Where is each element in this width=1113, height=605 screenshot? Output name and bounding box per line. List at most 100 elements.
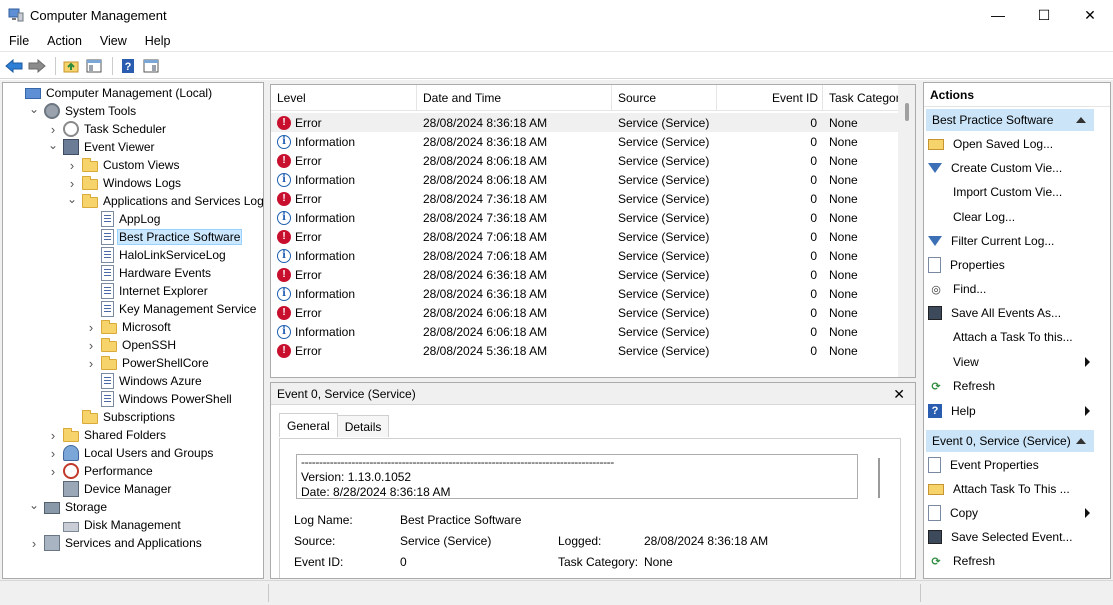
action-attach-task-to-this[interactable]: Attach Task To This ...: [928, 478, 1090, 500]
tree-item-shared-folders[interactable]: › Shared Folders: [47, 426, 168, 444]
expanded-chevron-icon[interactable]: ⌄: [47, 138, 59, 152]
collapsed-chevron-icon[interactable]: ›: [28, 536, 40, 551]
table-row[interactable]: ! Error 28/08/2024 8:36:18 AM Service (Serv…: [271, 113, 899, 132]
up-folder-icon[interactable]: [61, 56, 81, 76]
tree-item-powershellcore[interactable]: › PowerShellCore: [85, 354, 211, 372]
collapsed-chevron-icon[interactable]: ›: [66, 176, 78, 191]
action-properties[interactable]: Properties: [928, 254, 1090, 276]
collapse-caret-icon[interactable]: [1076, 117, 1086, 123]
tree-item-subscriptions[interactable]: Subscriptions: [66, 408, 177, 426]
column-header-level[interactable]: Level: [271, 85, 417, 111]
tab-details[interactable]: Details: [336, 415, 390, 437]
action-save-selected-event[interactable]: Save Selected Event...: [928, 526, 1090, 548]
tree-item-performance[interactable]: › Performance: [47, 462, 155, 480]
tree-item-task-scheduler[interactable]: › Task Scheduler: [47, 120, 168, 138]
action-refresh[interactable]: ⟳ Refresh: [928, 375, 1090, 397]
expanded-chevron-icon[interactable]: ⌄: [66, 192, 78, 206]
menu-file[interactable]: File: [0, 34, 38, 48]
actions-section-best-practice-software[interactable]: Best Practice Software: [926, 109, 1094, 131]
collapsed-chevron-icon[interactable]: ›: [66, 158, 78, 173]
table-row[interactable]: ! Error 28/08/2024 5:36:18 AM Service (Serv…: [271, 341, 899, 360]
collapsed-chevron-icon[interactable]: ›: [85, 338, 97, 353]
tree-item-custom-views[interactable]: › Custom Views: [66, 156, 181, 174]
expanded-chevron-icon[interactable]: ⌄: [28, 498, 40, 512]
event-list-scrollbar[interactable]: [898, 85, 915, 377]
column-header-event-id[interactable]: Event ID: [717, 85, 823, 111]
collapsed-chevron-icon[interactable]: ›: [47, 428, 59, 443]
tree-item-label: Local Users and Groups: [84, 446, 214, 460]
collapsed-chevron-icon[interactable]: ›: [47, 446, 59, 461]
expanded-chevron-icon[interactable]: ⌄: [28, 102, 40, 116]
tree-item-system-tools[interactable]: ⌄ System Tools: [28, 102, 138, 120]
tree-item-services-and-applications[interactable]: › Services and Applications: [28, 534, 204, 552]
maximize-button[interactable]: ☐: [1021, 0, 1067, 30]
tree-item-internet-explorer[interactable]: Internet Explorer: [85, 282, 210, 300]
tree-item-event-viewer[interactable]: ⌄ Event Viewer: [47, 138, 156, 156]
table-row[interactable]: i Information 28/08/2024 6:06:18 AM Service…: [271, 322, 899, 341]
tree-item-halolinkservicelog[interactable]: HaloLinkServiceLog: [85, 246, 228, 264]
table-row[interactable]: ! Error 28/08/2024 7:06:18 AM Service (Serv…: [271, 227, 899, 246]
menu-action[interactable]: Action: [38, 34, 91, 48]
tree-item-applications-and-services-logs[interactable]: ⌄ Applications and Services Logs: [66, 192, 263, 210]
tree-item-device-manager[interactable]: Device Manager: [47, 480, 173, 498]
tree-item-key-management-service[interactable]: Key Management Service: [85, 300, 258, 318]
collapsed-chevron-icon[interactable]: ›: [85, 356, 97, 371]
show-hide-tree-icon[interactable]: [84, 56, 104, 76]
action-help[interactable]: ? Help: [928, 400, 1090, 422]
action-view[interactable]: View: [928, 351, 1090, 373]
event-message-box[interactable]: ----------------------------------------…: [296, 454, 858, 499]
collapsed-chevron-icon[interactable]: ›: [47, 122, 59, 137]
minimize-button[interactable]: —: [975, 0, 1021, 30]
help-icon[interactable]: ?: [118, 56, 138, 76]
action-filter-current-log[interactable]: Filter Current Log...: [928, 230, 1090, 252]
tree-item-hardware-events[interactable]: Hardware Events: [85, 264, 213, 282]
tree-item-openssh[interactable]: › OpenSSH: [85, 336, 178, 354]
action-attach-a-task-to-this[interactable]: Attach a Task To this...: [928, 326, 1090, 348]
tree-item-windows-logs[interactable]: › Windows Logs: [66, 174, 183, 192]
table-row[interactable]: i Information 28/08/2024 6:36:18 AM Service…: [271, 284, 899, 303]
action-import-custom-vie[interactable]: Import Custom Vie...: [928, 181, 1090, 203]
action-event-properties[interactable]: Event Properties: [928, 454, 1090, 476]
table-row[interactable]: i Information 28/08/2024 8:36:18 AM Service…: [271, 132, 899, 151]
action-find[interactable]: ◎ Find...: [928, 278, 1090, 300]
table-row[interactable]: i Information 28/08/2024 8:06:18 AM Service…: [271, 170, 899, 189]
forward-arrow-icon[interactable]: [27, 56, 47, 76]
scrollbar-thumb[interactable]: [905, 103, 909, 121]
table-row[interactable]: ! Error 28/08/2024 6:06:18 AM Service (Serv…: [271, 303, 899, 322]
action-clear-log[interactable]: Clear Log...: [928, 206, 1090, 228]
tree-item-local-users-and-groups[interactable]: › Local Users and Groups: [47, 444, 215, 462]
tree-item-windows-powershell[interactable]: Windows PowerShell: [85, 390, 234, 408]
show-hide-action-pane-icon[interactable]: [141, 56, 161, 76]
tree-item-computer-management-local[interactable]: Computer Management (Local): [9, 84, 214, 102]
action-copy[interactable]: Copy: [928, 502, 1090, 524]
action-refresh[interactable]: ⟳ Refresh: [928, 550, 1090, 572]
tree-item-windows-azure[interactable]: Windows Azure: [85, 372, 204, 390]
table-row[interactable]: i Information 28/08/2024 7:06:18 AM Service…: [271, 246, 899, 265]
table-row[interactable]: i Information 28/08/2024 7:36:18 AM Service…: [271, 208, 899, 227]
menu-help[interactable]: Help: [136, 34, 180, 48]
action-save-all-events-as[interactable]: Save All Events As...: [928, 302, 1090, 324]
column-header-task-category[interactable]: Task Category: [823, 85, 899, 111]
tree-item-disk-management[interactable]: Disk Management: [47, 516, 183, 534]
tab-general[interactable]: General: [279, 413, 338, 437]
collapsed-chevron-icon[interactable]: ›: [85, 320, 97, 335]
actions-section-event-0-service-service[interactable]: Event 0, Service (Service): [926, 430, 1094, 452]
table-row[interactable]: ! Error 28/08/2024 6:36:18 AM Service (Serv…: [271, 265, 899, 284]
menu-view[interactable]: View: [91, 34, 136, 48]
table-row[interactable]: ! Error 28/08/2024 7:36:18 AM Service (Serv…: [271, 189, 899, 208]
tree-item-best-practice-software[interactable]: Best Practice Software: [85, 228, 243, 246]
action-open-saved-log[interactable]: Open Saved Log...: [928, 133, 1090, 155]
close-icon[interactable]: ✕: [893, 386, 905, 403]
close-button[interactable]: ✕: [1067, 0, 1113, 30]
action-create-custom-vie[interactable]: Create Custom Vie...: [928, 157, 1090, 179]
column-header-source[interactable]: Source: [612, 85, 717, 111]
back-arrow-icon[interactable]: [4, 56, 24, 76]
collapse-caret-icon[interactable]: [1076, 438, 1086, 444]
column-header-date-time[interactable]: Date and Time: [417, 85, 612, 111]
table-row[interactable]: ! Error 28/08/2024 8:06:18 AM Service (Serv…: [271, 151, 899, 170]
tree-item-storage[interactable]: ⌄ Storage: [28, 498, 109, 516]
tree-item-microsoft[interactable]: › Microsoft: [85, 318, 173, 336]
message-scrollbar[interactable]: [878, 454, 882, 499]
tree-item-applog[interactable]: AppLog: [85, 210, 162, 228]
collapsed-chevron-icon[interactable]: ›: [47, 464, 59, 479]
